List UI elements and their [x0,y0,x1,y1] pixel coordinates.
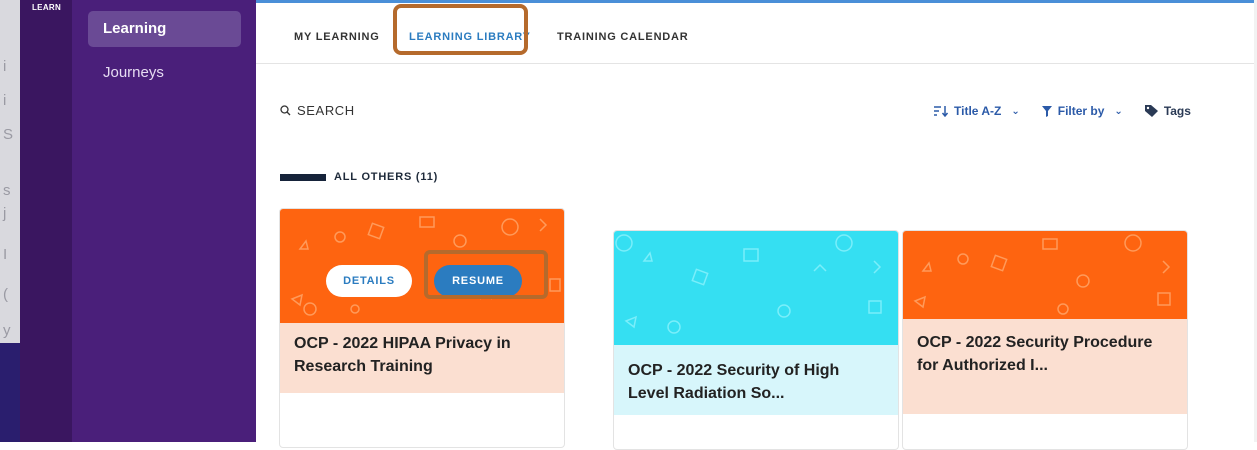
sidebar-item-journeys[interactable]: Journeys [88,55,241,91]
card-title: OCP - 2022 HIPAA Privacy in Research Tra… [280,323,564,393]
chevron-down-icon: ⌄ [1011,105,1020,117]
filter-label: Filter by [1057,104,1105,118]
course-card[interactable]: OCP - 2022 Security Procedure for Author… [902,230,1188,450]
sort-dropdown[interactable]: Title A-Z ⌄ [934,104,1020,118]
tab-training-calendar[interactable]: TRAINING CALENDAR [557,31,689,43]
details-button[interactable]: DETAILS [326,265,412,297]
dark-overlay [0,343,20,442]
bg-letter: s [3,182,11,199]
tags-button[interactable]: Tags [1144,104,1191,118]
sort-label: Title A-Z [954,104,1002,118]
sidebar: Learning Journeys [72,0,256,442]
rail-label: LEARN [32,3,62,12]
highlight-box [393,4,528,55]
highlight-box [424,250,548,299]
toolbar: Title A-Z ⌄ Filter by ⌄ Tags [934,104,1191,118]
chevron-down-icon: ⌄ [1114,105,1123,117]
bg-letter: i [3,58,7,75]
tags-label: Tags [1163,104,1191,118]
main-content: MY LEARNING LEARNING LIBRARY TRAINING CA… [256,0,1255,450]
app-rail: LEARN [20,0,72,442]
search-field[interactable]: SEARCH [280,103,355,118]
tag-icon [1144,105,1158,117]
doodle-pattern [614,231,898,345]
sort-icon [934,106,948,117]
card-banner [614,231,898,345]
course-card[interactable]: DETAILS RESUME OCP - 2022 HIPAA Privacy … [279,208,565,448]
search-label: SEARCH [297,103,355,118]
bg-letter: ( [3,286,8,303]
bg-letter: j [3,205,7,222]
bg-letter: S [3,126,14,143]
doodle-pattern [903,231,1187,319]
bg-letter: I [3,246,8,263]
section-title: ALL OTHERS (11) [334,171,439,183]
course-card[interactable]: OCP - 2022 Security of High Level Radiat… [613,230,899,450]
section-header: ALL OTHERS (11) [280,171,438,183]
bg-letter: y [3,322,11,339]
card-banner: DETAILS RESUME [280,209,564,323]
filter-icon [1041,105,1052,117]
tab-my-learning[interactable]: MY LEARNING [294,31,380,43]
card-title: OCP - 2022 Security of High Level Radiat… [614,345,898,415]
search-icon [280,105,291,116]
sidebar-item-learning[interactable]: Learning [88,11,241,47]
card-banner [903,231,1187,319]
filter-dropdown[interactable]: Filter by ⌄ [1041,104,1123,118]
card-title: OCP - 2022 Security Procedure for Author… [903,319,1187,414]
section-bar [280,173,326,181]
bg-letter: i [3,92,7,109]
